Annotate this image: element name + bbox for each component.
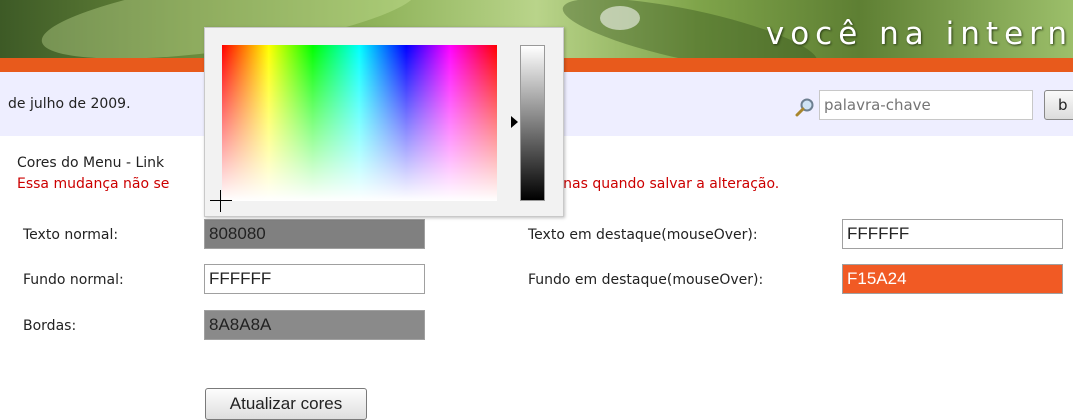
texto-normal-field[interactable] xyxy=(204,219,425,249)
texto-destaque-label: Texto em destaque(mouseOver): xyxy=(528,227,758,243)
warning-text-start: Essa mudança não se xyxy=(17,176,170,192)
color-spectrum[interactable] xyxy=(222,45,497,201)
fundo-destaque-label: Fundo em destaque(mouseOver): xyxy=(528,272,764,288)
date-text: de julho de 2009. xyxy=(8,96,131,112)
texto-normal-label: Texto normal: xyxy=(23,227,119,243)
slider-arrow-icon[interactable] xyxy=(511,116,518,128)
fundo-destaque-field[interactable] xyxy=(842,264,1063,294)
search-button[interactable]: b xyxy=(1044,90,1073,120)
bordas-label: Bordas: xyxy=(23,318,77,334)
banner-water-drop xyxy=(600,6,640,30)
update-colors-button[interactable]: Atualizar cores xyxy=(205,388,367,420)
texto-destaque-field[interactable] xyxy=(842,219,1063,249)
luminance-slider[interactable] xyxy=(520,45,545,201)
search-input[interactable] xyxy=(819,90,1033,120)
fundo-normal-field[interactable] xyxy=(204,264,425,294)
search-icon xyxy=(795,98,814,117)
fundo-normal-label: Fundo normal: xyxy=(23,272,124,288)
bordas-field[interactable] xyxy=(204,310,425,340)
site-logo-text: você na intern xyxy=(765,16,1073,52)
color-picker-popup xyxy=(204,27,564,217)
section-title: Cores do Menu - Link xyxy=(17,155,165,171)
crosshair-cursor-icon[interactable] xyxy=(210,190,232,212)
